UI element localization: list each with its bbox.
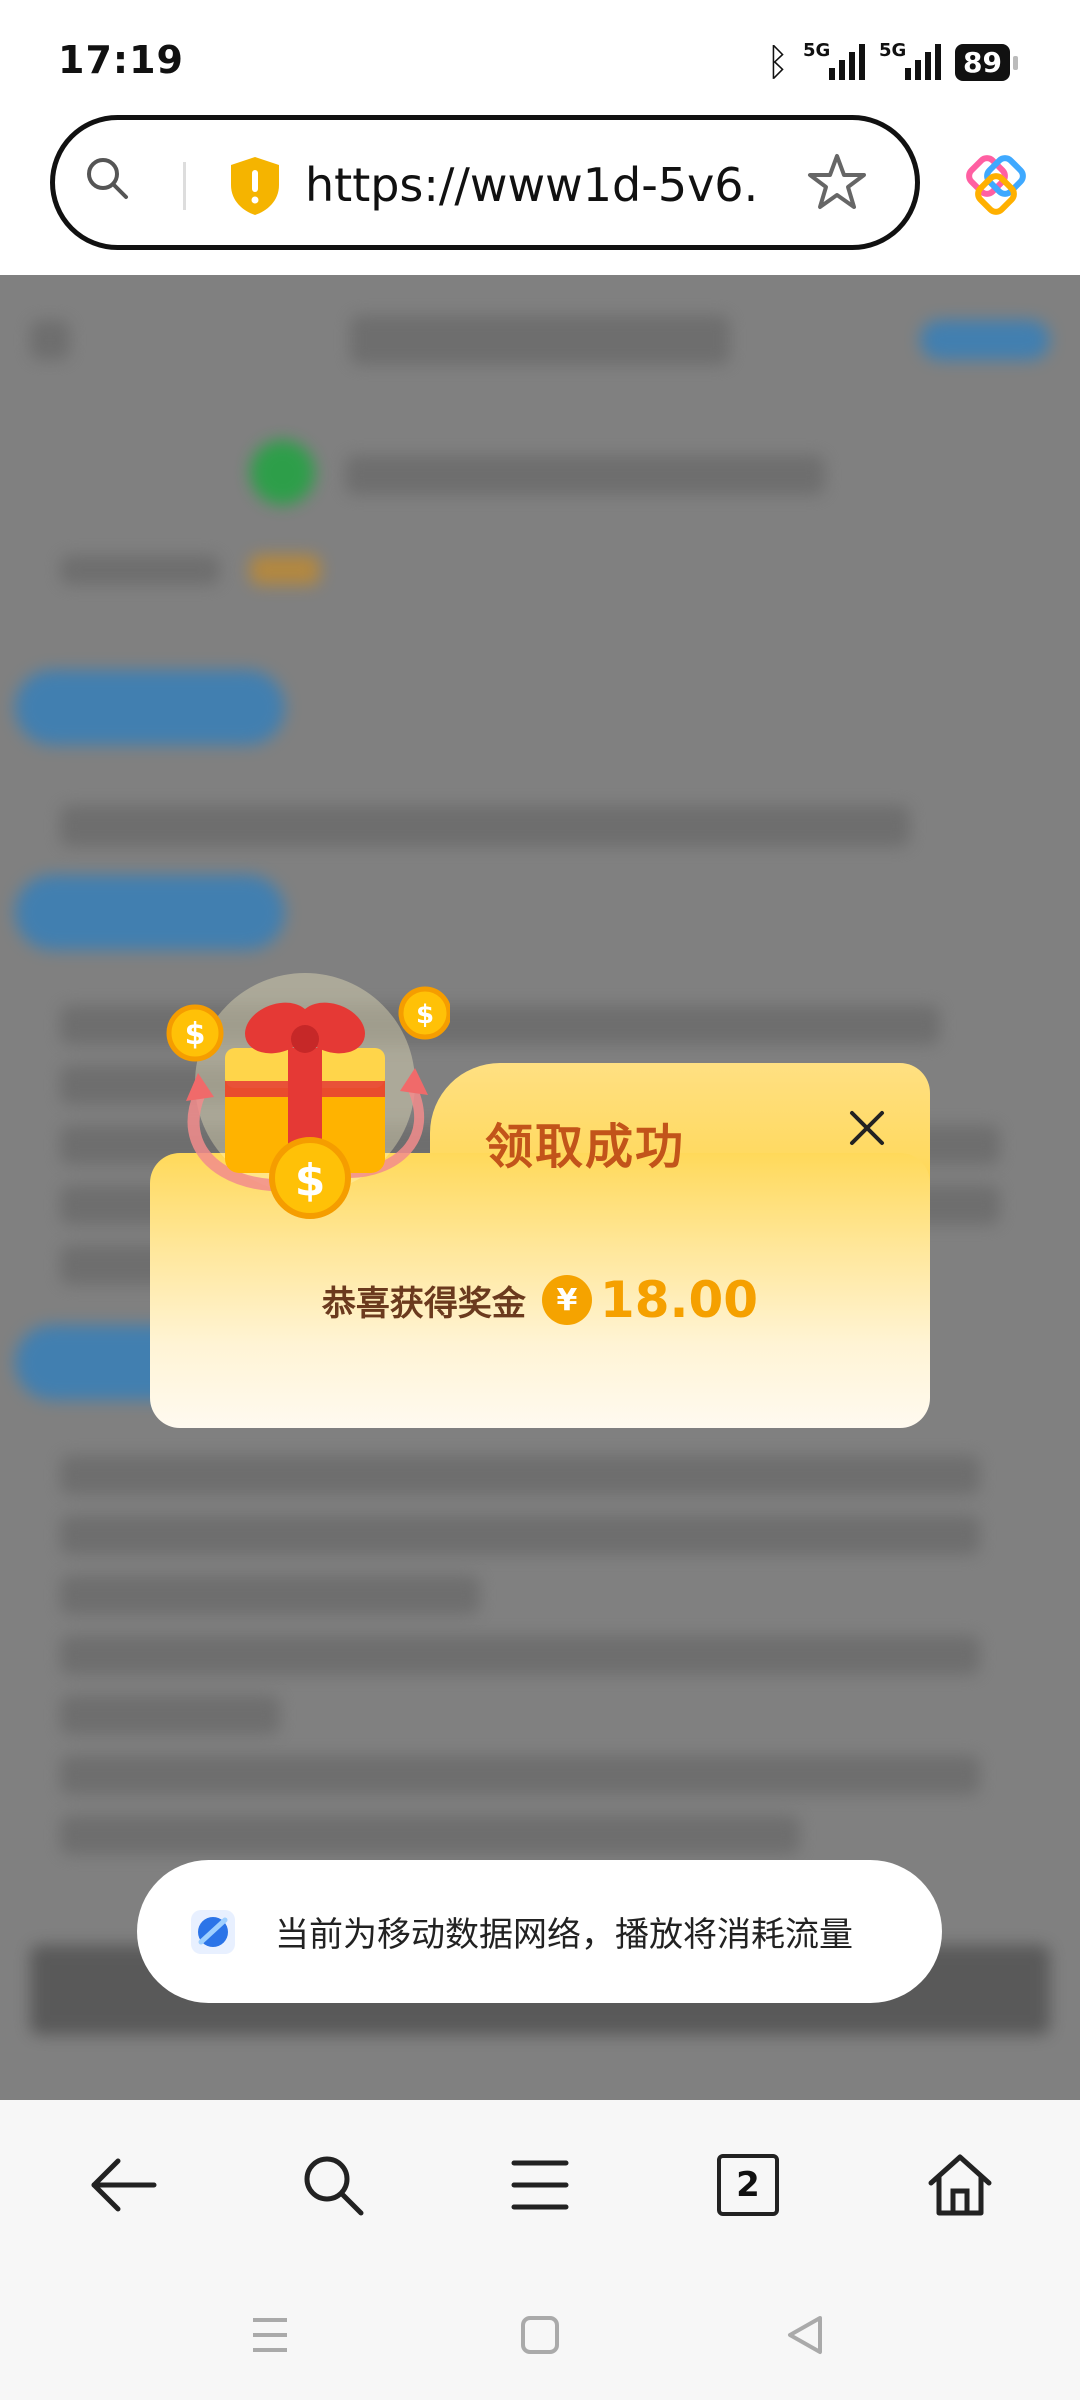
- blurred-title: [350, 315, 730, 365]
- back-icon[interactable]: [88, 2155, 158, 2215]
- battery-icon: 89: [955, 43, 1018, 81]
- home-button[interactable]: [920, 2145, 1000, 2225]
- yen-coin-icon: ¥: [541, 1275, 592, 1325]
- blurred-line: [60, 1455, 980, 1495]
- blurred-section-2: [15, 875, 285, 950]
- search-icon[interactable]: [301, 2153, 365, 2217]
- blurred-line: [60, 1815, 800, 1855]
- status-icons: ᛒ 5G 5G 89: [766, 40, 1018, 84]
- signal-icon: 5G: [803, 40, 866, 80]
- status-bar: 17:19 ᛒ 5G 5G 89: [0, 0, 1080, 115]
- reward-label: 恭喜获得奖金: [321, 1283, 526, 1324]
- system-nav-bar: [0, 2270, 1080, 2400]
- bluetooth-icon: ᛒ: [766, 40, 790, 84]
- reward-dialog: 领取成功 恭喜获得奖金 ¥ 18.00 $ $ $: [150, 973, 930, 1428]
- url-text[interactable]: https://www1d-5v6...: [305, 158, 755, 212]
- toast-text: 当前为移动数据网络，播放将消耗流量: [275, 1915, 853, 1955]
- address-divider: [183, 162, 186, 210]
- blurred-avatar: [250, 440, 315, 505]
- star-icon[interactable]: [804, 150, 870, 216]
- blurred-line: [60, 805, 910, 847]
- blurred-link: [920, 320, 1050, 360]
- svg-text:$: $: [185, 1017, 206, 1052]
- signal-icon-2: 5G: [879, 40, 942, 80]
- blurred-line: [60, 1695, 280, 1735]
- address-bar[interactable]: https://www1d-5v6...: [50, 115, 920, 250]
- search-button[interactable]: [293, 2145, 373, 2225]
- blurred-tag: [250, 555, 320, 585]
- menu-button[interactable]: [500, 2145, 580, 2225]
- network-toast: 当前为移动数据网络，播放将消耗流量: [137, 1860, 942, 2003]
- blurred-name: [345, 455, 825, 495]
- search-icon[interactable]: [85, 156, 129, 200]
- reward-amount: 18.00: [599, 1271, 759, 1329]
- blurred-line: [60, 1515, 980, 1555]
- back-triangle-icon[interactable]: [780, 2310, 830, 2360]
- back-button[interactable]: [83, 2145, 163, 2225]
- tabs-icon[interactable]: 2: [717, 2154, 779, 2216]
- status-time: 17:19: [58, 38, 184, 82]
- blurred-line: [60, 1755, 980, 1795]
- tab-count: 2: [736, 2165, 760, 2205]
- blurred-section-1: [15, 670, 285, 745]
- browser-app-icon: [191, 1909, 235, 1954]
- browser-toolbar: https://www1d-5v6...: [0, 115, 1080, 275]
- home-icon[interactable]: [927, 2153, 993, 2217]
- blurred-line: [60, 1575, 480, 1615]
- gift-box-icon: $ $ $: [166, 973, 450, 1219]
- home-button-icon[interactable]: [515, 2310, 565, 2360]
- browser-bottom-nav: 2: [0, 2100, 1080, 2270]
- svg-text:$: $: [416, 1000, 434, 1030]
- svg-text:$: $: [295, 1155, 326, 1206]
- shield-warning-icon[interactable]: [227, 155, 283, 217]
- blurred-meta: [60, 555, 220, 585]
- blurred-line: [60, 1635, 980, 1675]
- recent-apps-icon[interactable]: [245, 2310, 295, 2360]
- dialog-title: 领取成功: [485, 1119, 686, 1175]
- menu-icon[interactable]: [510, 2157, 570, 2213]
- browser-logo-icon[interactable]: [964, 153, 1028, 217]
- close-icon[interactable]: [846, 1107, 888, 1149]
- blurred-back: [30, 320, 70, 360]
- reward-row: 恭喜获得奖金 ¥ 18.00: [150, 1271, 930, 1329]
- tabs-button[interactable]: 2: [708, 2145, 788, 2225]
